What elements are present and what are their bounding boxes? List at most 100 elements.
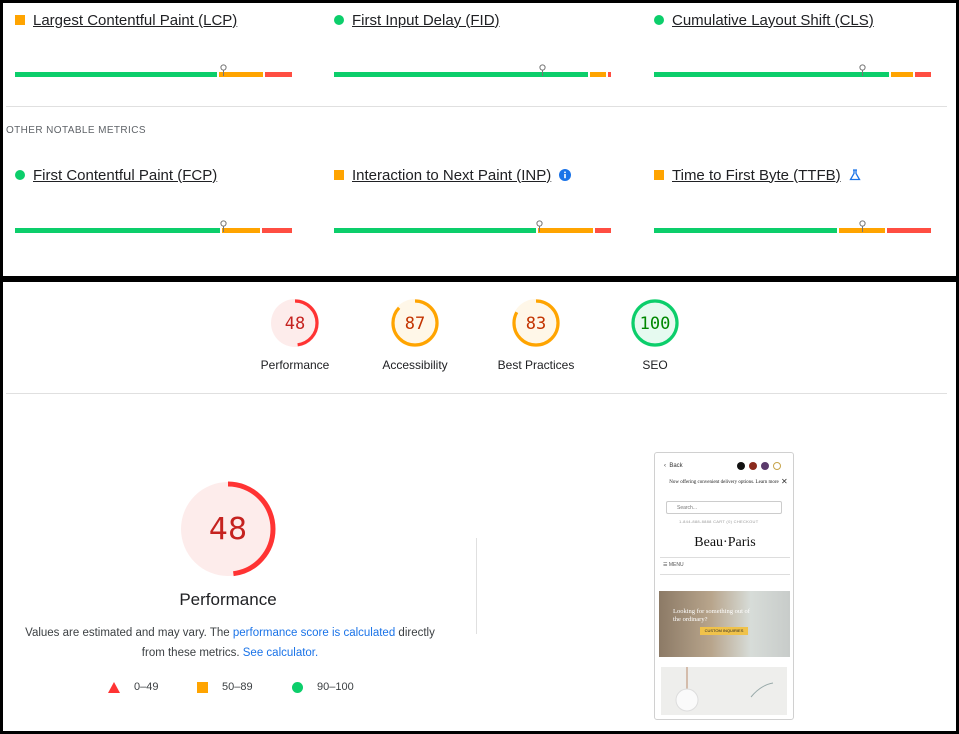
- legend-range: 0–49: [134, 681, 159, 693]
- gauge-score: 100: [640, 314, 671, 334]
- screenshot-rule: [660, 557, 790, 558]
- poor-segment: [914, 72, 931, 77]
- screenshot-search: Search...: [666, 501, 782, 514]
- screenshot-brand: Beau·Paris: [694, 535, 756, 550]
- metric-label-link[interactable]: Time to First Byte (TTFB): [672, 167, 841, 184]
- screenshot-menu: ☰ MENU: [663, 562, 684, 568]
- distribution-bar: [15, 228, 292, 233]
- percentile-marker: [220, 219, 227, 232]
- metric-label-link[interactable]: Largest Contentful Paint (LCP): [33, 12, 237, 29]
- distribution-bar: [15, 72, 292, 77]
- flask-icon[interactable]: [848, 169, 861, 181]
- metric-header: Time to First Byte (TTFB): [654, 165, 934, 185]
- close-icon: ✕: [781, 477, 788, 486]
- score-ring: 83: [512, 299, 560, 347]
- gauge-accessibility[interactable]: 87 Accessibility: [365, 298, 465, 372]
- legend-average: 50–89: [197, 681, 253, 693]
- percentile-marker: [859, 63, 866, 76]
- screenshot-lamp-image: [661, 667, 787, 715]
- screenshot-links: 1-844-888-8888 CART (0) CHECKOUT: [679, 519, 759, 524]
- poor-segment: [261, 228, 292, 233]
- distribution-bar: [654, 228, 931, 233]
- note-text: Values are estimated and may vary. The: [25, 627, 233, 639]
- metric-label-link[interactable]: First Contentful Paint (FCP): [33, 167, 217, 184]
- other-metrics-heading: OTHER NOTABLE METRICS: [6, 125, 146, 136]
- page-screenshot[interactable]: ‹ Back Now offering convenient delivery …: [654, 452, 794, 720]
- good-segment: [15, 72, 218, 77]
- score-ring: 48: [271, 299, 319, 347]
- legend-good: 90–100: [292, 681, 354, 693]
- metric-label-link[interactable]: Cumulative Layout Shift (CLS): [672, 12, 874, 29]
- score-ring: 100: [631, 299, 679, 347]
- percentile-marker: [536, 219, 543, 232]
- gauge-seo[interactable]: 100 SEO: [605, 298, 705, 372]
- metric-header: Interaction to Next Paint (INP): [334, 165, 614, 185]
- gauge-score: 83: [526, 314, 546, 334]
- metrics-divider: [6, 106, 947, 107]
- metric-time-to-first-byte-ttfb: Time to First Byte (TTFB): [654, 165, 934, 185]
- screenshot-banner: Now offering convenient delivery options…: [669, 480, 779, 485]
- distribution-bar: [334, 72, 611, 77]
- average-segment: [589, 72, 607, 77]
- percentile-marker: [539, 63, 546, 76]
- gauge-best-practices[interactable]: 83 Best Practices: [486, 298, 586, 372]
- good-segment: [654, 72, 889, 77]
- triangle-icon: [108, 681, 120, 693]
- good-circle-icon: [334, 15, 344, 25]
- performance-big-score: 48: [209, 512, 247, 547]
- good-circle-icon: [15, 170, 25, 180]
- circle-icon: [292, 681, 303, 693]
- average-square-icon: [15, 15, 25, 25]
- metric-header: First Contentful Paint (FCP): [15, 165, 295, 185]
- legend-range: 90–100: [317, 681, 354, 693]
- info-icon[interactable]: [559, 169, 572, 181]
- square-icon: [197, 681, 208, 693]
- metric-header: Cumulative Layout Shift (CLS): [654, 10, 934, 30]
- performance-title: Performance: [179, 590, 277, 609]
- hero-button: CUSTOM INQUIRIES: [700, 627, 748, 635]
- legend-range: 50–89: [222, 681, 253, 693]
- color-swatches: [737, 462, 781, 470]
- legend-poor: 0–49: [108, 681, 158, 693]
- metric-first-contentful-paint-fcp: First Contentful Paint (FCP): [15, 165, 295, 185]
- good-segment: [334, 228, 537, 233]
- poor-segment: [594, 228, 611, 233]
- metric-first-input-delay-fid: First Input Delay (FID): [334, 10, 614, 30]
- performance-note: Values are estimated and may vary. The p…: [20, 623, 440, 663]
- metric-label-link[interactable]: First Input Delay (FID): [352, 12, 500, 29]
- screenshot-back: ‹ Back: [664, 463, 683, 469]
- gauge-label: SEO: [642, 358, 668, 372]
- metric-cumulative-layout-shift-cls: Cumulative Layout Shift (CLS): [654, 10, 934, 30]
- poor-segment: [264, 72, 292, 77]
- metric-largest-contentful-paint-lcp: Largest Contentful Paint (LCP): [15, 10, 295, 30]
- screenshot-rule: [660, 574, 790, 575]
- good-circle-icon: [654, 15, 664, 25]
- poor-segment: [887, 228, 931, 233]
- average-segment: [890, 72, 913, 77]
- poor-segment: [608, 72, 611, 77]
- performance-big-gauge: 48: [178, 479, 278, 579]
- average-square-icon: [334, 170, 344, 180]
- field-data-panel: [0, 0, 959, 279]
- lab-data-panel: [0, 279, 959, 734]
- distribution-bar: [654, 72, 931, 77]
- screenshot-hero: Looking for something out of the ordinar…: [659, 591, 790, 657]
- gauge-score: 48: [285, 314, 305, 334]
- metric-label-link[interactable]: Interaction to Next Paint (INP): [352, 167, 551, 184]
- score-calculated-link[interactable]: performance score is calculated: [233, 627, 395, 639]
- gauge-performance[interactable]: 48 Performance: [245, 298, 345, 372]
- percentile-marker: [220, 63, 227, 76]
- gauges-divider: [6, 393, 947, 394]
- gauge-label: Best Practices: [497, 358, 575, 372]
- good-segment: [654, 228, 837, 233]
- average-segment: [221, 228, 260, 233]
- average-square-icon: [654, 170, 664, 180]
- vertical-divider: [476, 538, 477, 634]
- gauge-label: Performance: [260, 358, 330, 372]
- see-calculator-link[interactable]: See calculator.: [243, 647, 318, 659]
- good-segment: [15, 228, 220, 233]
- average-segment: [538, 228, 593, 233]
- metric-header: Largest Contentful Paint (LCP): [15, 10, 295, 30]
- percentile-marker: [859, 219, 866, 232]
- gauge-label: Accessibility: [382, 358, 448, 372]
